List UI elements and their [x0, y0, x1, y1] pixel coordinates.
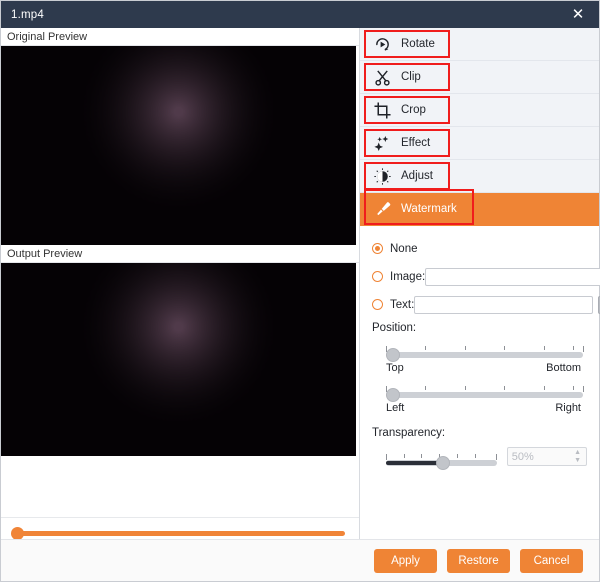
- timeline-slider[interactable]: [15, 531, 345, 536]
- window-title: 1.mp4: [11, 9, 44, 21]
- original-preview-video[interactable]: [1, 46, 356, 245]
- title-bar: 1.mp4 ✕: [1, 1, 599, 28]
- tool-list: Rotate Clip: [360, 28, 599, 226]
- original-video-frame: [1, 46, 356, 245]
- sparkle-icon: [372, 133, 392, 153]
- apply-button[interactable]: Apply: [374, 549, 437, 573]
- transparency-row: 50% ▲▼: [386, 447, 587, 466]
- spinner-arrows-icon[interactable]: ▲▼: [574, 449, 581, 465]
- vertical-position-slider[interactable]: [386, 352, 583, 358]
- vertical-max-label: Bottom: [546, 362, 581, 374]
- close-icon[interactable]: ✕: [565, 1, 591, 28]
- crop-icon: [372, 100, 392, 120]
- vertical-position-slider-wrap: Top Bottom: [386, 346, 583, 374]
- transparency-value: 50%: [512, 451, 534, 463]
- horizontal-position-handle[interactable]: [386, 388, 400, 402]
- radio-image-label: Image:: [390, 271, 425, 283]
- horizontal-slider-labels: Left Right: [386, 402, 581, 414]
- radio-text-label: Text:: [390, 299, 414, 311]
- transparency-spinbox[interactable]: 50% ▲▼: [507, 447, 587, 466]
- tool-row-watermark[interactable]: Watermark: [360, 193, 599, 226]
- watermark-image-row[interactable]: Image:: [372, 266, 587, 287]
- original-preview-label: Original Preview: [1, 28, 359, 46]
- watermark-text-input[interactable]: [414, 296, 593, 314]
- tool-row-clip[interactable]: Clip: [360, 61, 599, 94]
- window-body: Original Preview Output Preview: [1, 28, 599, 581]
- tool-row-adjust[interactable]: Adjust: [360, 160, 599, 193]
- watermark-none-row[interactable]: None: [372, 238, 587, 259]
- tool-row-effect[interactable]: Effect: [360, 127, 599, 160]
- transparency-label: Transparency:: [372, 427, 587, 439]
- tools-column: Rotate Clip: [359, 28, 599, 539]
- tool-row-crop[interactable]: Crop: [360, 94, 599, 127]
- radio-none-label: None: [390, 243, 418, 255]
- cancel-button[interactable]: Cancel: [520, 549, 583, 573]
- transparency-slider[interactable]: [386, 460, 497, 466]
- watermark-text-row[interactable]: Text: T: [372, 294, 587, 315]
- vertical-position-handle[interactable]: [386, 348, 400, 362]
- radio-none[interactable]: [372, 243, 383, 254]
- transparency-slider-wrap: [386, 454, 497, 466]
- tool-label: Crop: [401, 104, 426, 116]
- tool-label: Adjust: [401, 170, 433, 182]
- scissors-icon: [372, 67, 392, 87]
- tool-label: Clip: [401, 71, 421, 83]
- watermark-image-input[interactable]: [425, 268, 600, 286]
- contrast-icon: [372, 166, 392, 186]
- preview-column: Original Preview Output Preview: [1, 28, 359, 581]
- vertical-min-label: Top: [386, 362, 404, 374]
- timeline-row: [1, 518, 359, 536]
- brush-icon: [372, 199, 392, 219]
- output-preview-video[interactable]: [1, 263, 356, 456]
- tool-label: Effect: [401, 137, 430, 149]
- output-preview-label: Output Preview: [1, 245, 359, 263]
- tool-label: Watermark: [401, 203, 457, 215]
- horizontal-position-slider[interactable]: [386, 392, 583, 398]
- rotate-icon: [372, 34, 392, 54]
- tool-label: Rotate: [401, 38, 435, 50]
- tool-row-rotate[interactable]: Rotate: [360, 28, 599, 61]
- radio-image[interactable]: [372, 271, 383, 282]
- video-editor-window: 1.mp4 ✕ Original Preview Output Preview: [0, 0, 600, 582]
- horizontal-position-slider-wrap: Left Right: [386, 386, 583, 414]
- output-video-frame: [1, 263, 356, 456]
- watermark-options-panel: None Image: Text: [360, 226, 599, 466]
- transparency-fill: [386, 461, 442, 465]
- position-label: Position:: [372, 322, 587, 334]
- horizontal-min-label: Left: [386, 402, 404, 414]
- radio-text[interactable]: [372, 299, 383, 310]
- transparency-handle[interactable]: [436, 456, 450, 470]
- vertical-slider-labels: Top Bottom: [386, 362, 581, 374]
- dialog-footer: Apply Restore Cancel: [1, 539, 599, 581]
- restore-button[interactable]: Restore: [447, 549, 510, 573]
- horizontal-max-label: Right: [555, 402, 581, 414]
